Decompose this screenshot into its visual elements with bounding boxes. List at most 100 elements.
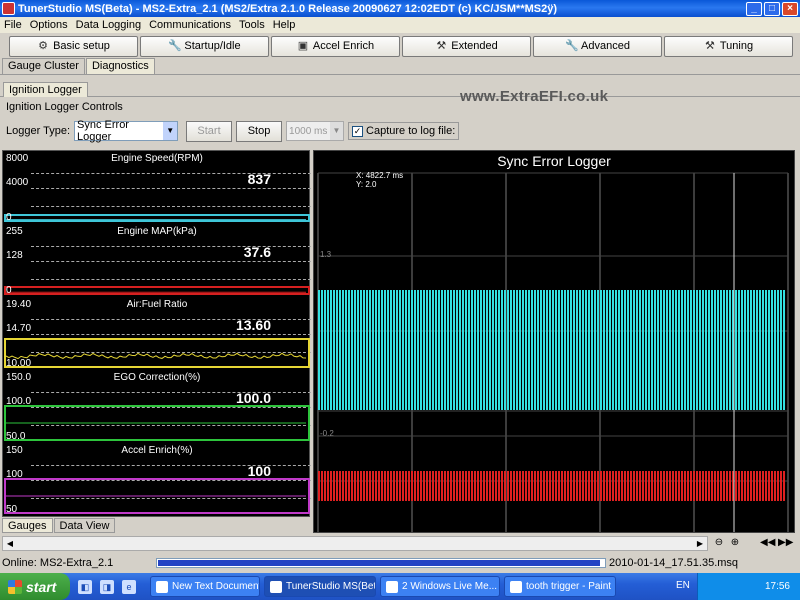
- trace-pulse: [582, 290, 584, 410]
- trace-pulse: [549, 471, 551, 501]
- watermark: www.ExtraEFI.co.uk: [460, 88, 609, 105]
- menu-tools[interactable]: Tools: [235, 19, 269, 31]
- extended-button[interactable]: ⚒ Extended: [402, 35, 531, 57]
- gauge-trace: [6, 352, 307, 360]
- startup-idle-button[interactable]: 🔧 Startup/Idle: [140, 35, 269, 57]
- maximize-button[interactable]: □: [764, 1, 780, 16]
- trace-pulse: [423, 290, 425, 410]
- trace-pulse: [546, 471, 548, 501]
- language-indicator[interactable]: EN: [676, 580, 690, 591]
- messenger-icon: [386, 580, 398, 593]
- gauge-history-box: [4, 478, 310, 514]
- start-button[interactable]: start: [0, 573, 70, 600]
- task-tunerstudio[interactable]: TunerStudio MS(Beta...: [264, 576, 376, 597]
- internet-explorer-icon[interactable]: e: [122, 579, 136, 594]
- interval-select[interactable]: 1000 ms ▼: [286, 121, 345, 141]
- scroll-right-icon[interactable]: ▶: [693, 537, 707, 550]
- start-button[interactable]: Start: [186, 120, 233, 142]
- trace-pulse: [411, 471, 413, 501]
- scroll-left-icon[interactable]: ◀: [3, 537, 17, 550]
- trace-pulse: [654, 290, 656, 410]
- trace-pulse: [663, 290, 665, 410]
- quicklaunch-icon[interactable]: ◧: [78, 579, 92, 594]
- trace-pulse: [351, 290, 353, 410]
- trace-pulse: [336, 471, 338, 501]
- menu-options[interactable]: Options: [26, 19, 72, 31]
- trace-pulse: [750, 471, 752, 501]
- close-button[interactable]: ×: [782, 1, 798, 16]
- trace-pulse: [669, 290, 671, 410]
- page-back-icon[interactable]: ◀◀: [760, 536, 775, 550]
- trace-pulse: [648, 290, 650, 410]
- trace-pulse: [429, 290, 431, 410]
- trace-pulse: [405, 290, 407, 410]
- trace-pulse: [459, 290, 461, 410]
- menu-help[interactable]: Help: [269, 19, 300, 31]
- zoom-in-icon[interactable]: ⊕: [728, 536, 742, 550]
- trace-pulse: [570, 290, 572, 410]
- menu-communications[interactable]: Communications: [145, 19, 235, 31]
- trace-pulse: [540, 471, 542, 501]
- trace-pulse: [768, 471, 770, 501]
- trace-pulse: [759, 290, 761, 410]
- system-tray: 17:56: [697, 573, 800, 600]
- trace-pulse: [528, 290, 530, 410]
- menu-file[interactable]: File: [0, 19, 26, 31]
- trace-pulse: [417, 290, 419, 410]
- trace-pulse: [465, 471, 467, 501]
- basic-setup-button[interactable]: ⚙ Basic setup: [9, 35, 138, 57]
- trace-pulse: [369, 290, 371, 410]
- trace-pulse: [594, 290, 596, 410]
- zoom-out-icon[interactable]: ⊖: [712, 536, 726, 550]
- tuning-button[interactable]: ⚒ Tuning: [664, 35, 793, 57]
- cyan-trace: [318, 290, 785, 410]
- trace-pulse: [675, 290, 677, 410]
- capture-checkbox[interactable]: ✓ Capture to log file:: [348, 122, 460, 140]
- logger-chart[interactable]: Sync Error Logger X: 4822.7 ms Y: 2.0 1.…: [313, 150, 795, 533]
- tab-gauge-cluster[interactable]: Gauge Cluster: [2, 58, 85, 74]
- page-forward-icon[interactable]: ▶▶: [778, 536, 793, 550]
- trace-pulse: [438, 471, 440, 501]
- trace-pulse: [525, 471, 527, 501]
- trace-pulse: [462, 471, 464, 501]
- task-text-document[interactable]: New Text Document ...: [150, 576, 260, 597]
- trace-pulse: [576, 471, 578, 501]
- trace-pulse: [708, 471, 710, 501]
- trace-pulse: [699, 471, 701, 501]
- tab-data-view[interactable]: Data View: [53, 518, 116, 533]
- readout-x: X: 4822.7 ms: [356, 171, 404, 180]
- tab-ignition-logger[interactable]: Ignition Logger: [3, 82, 88, 97]
- trace-pulse: [597, 471, 599, 501]
- trace-pulse: [474, 290, 476, 410]
- task-label: tooth trigger - Paint: [526, 581, 612, 592]
- trace-pulse: [699, 290, 701, 410]
- tab-diagnostics[interactable]: Diagnostics: [85, 58, 155, 74]
- trace-pulse: [750, 290, 752, 410]
- horizontal-scrollbar[interactable]: ◀ ▶: [2, 536, 708, 551]
- trace-pulse: [585, 290, 587, 410]
- tab-gauges[interactable]: Gauges: [2, 518, 53, 533]
- task-windows-live[interactable]: 2 Windows Live Me...: [380, 576, 500, 597]
- trace-pulse: [357, 471, 359, 501]
- gauge-trace: [6, 219, 306, 220]
- hammer-icon: ⚒: [436, 40, 447, 52]
- logger-type-select[interactable]: Sync Error Logger ▼: [74, 119, 179, 143]
- trace-pulse: [540, 290, 542, 410]
- trace-pulse: [504, 471, 506, 501]
- trace-pulse: [738, 290, 740, 410]
- accel-enrich-button[interactable]: ▣ Accel Enrich: [271, 35, 400, 57]
- trace-pulse: [498, 471, 500, 501]
- trace-pulse: [324, 290, 326, 410]
- advanced-button[interactable]: 🔧 Advanced: [533, 35, 662, 57]
- trace-pulse: [744, 290, 746, 410]
- stop-button[interactable]: Stop: [236, 120, 283, 142]
- task-paint[interactable]: tooth trigger - Paint: [504, 576, 616, 597]
- trace-pulse: [600, 471, 602, 501]
- menu-data-logging[interactable]: Data Logging: [72, 19, 145, 31]
- trace-pulse: [633, 471, 635, 501]
- minimize-button[interactable]: _: [746, 1, 762, 16]
- trace-pulse: [447, 471, 449, 501]
- trace-pulse: [669, 471, 671, 501]
- trace-pulse: [369, 471, 371, 501]
- quicklaunch-icon[interactable]: ◨: [100, 579, 114, 594]
